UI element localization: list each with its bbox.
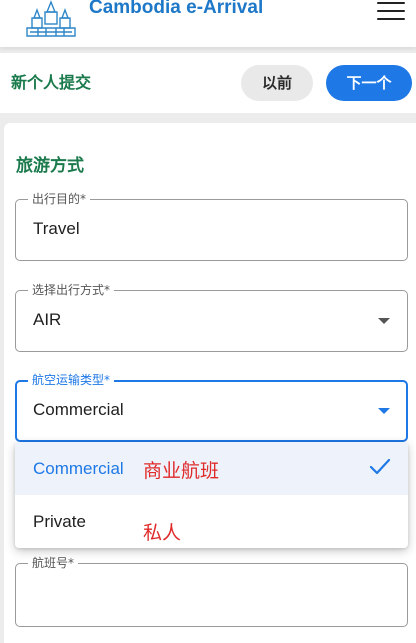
angkor-wat-logo — [26, 0, 76, 37]
previous-button[interactable]: 以前 — [241, 65, 313, 101]
option-label: Private — [33, 512, 86, 531]
annotation-private: 私人 — [143, 522, 182, 544]
option-label: Commercial — [33, 459, 124, 478]
page-title: 新个人提交 — [11, 73, 92, 92]
purpose-field[interactable]: 出行目的* Travel — [15, 191, 408, 261]
travel-mode-value: AIR — [33, 310, 62, 329]
annotation-commercial: 商业航班 — [143, 460, 220, 482]
air-type-select[interactable]: 航空运输类型* Commercial — [15, 372, 408, 442]
option-private[interactable]: Private — [15, 495, 408, 548]
air-type-value: Commercial — [33, 400, 124, 419]
chevron-down-icon — [378, 408, 390, 414]
purpose-field-value: Travel — [33, 219, 80, 238]
next-button[interactable]: 下一个 — [326, 65, 412, 101]
check-icon — [369, 458, 391, 475]
app-title: Cambodia e-Arrival — [89, 0, 264, 18]
top-app-bar: Cambodia e-Arrival — [0, 0, 416, 47]
purpose-field-label: 出行目的* — [28, 191, 91, 207]
air-type-label: 航空运输类型* — [28, 372, 115, 388]
flight-number-label: 航班号* — [28, 555, 79, 571]
chevron-down-icon — [378, 318, 390, 324]
flight-number-field[interactable]: 航班号* — [15, 555, 408, 627]
travel-mode-label: 选择出行方式* — [28, 282, 115, 298]
hamburger-menu-icon[interactable] — [377, 2, 407, 22]
section-title: 旅游方式 — [16, 156, 84, 176]
travel-mode-select[interactable]: 选择出行方式* AIR — [15, 282, 408, 352]
